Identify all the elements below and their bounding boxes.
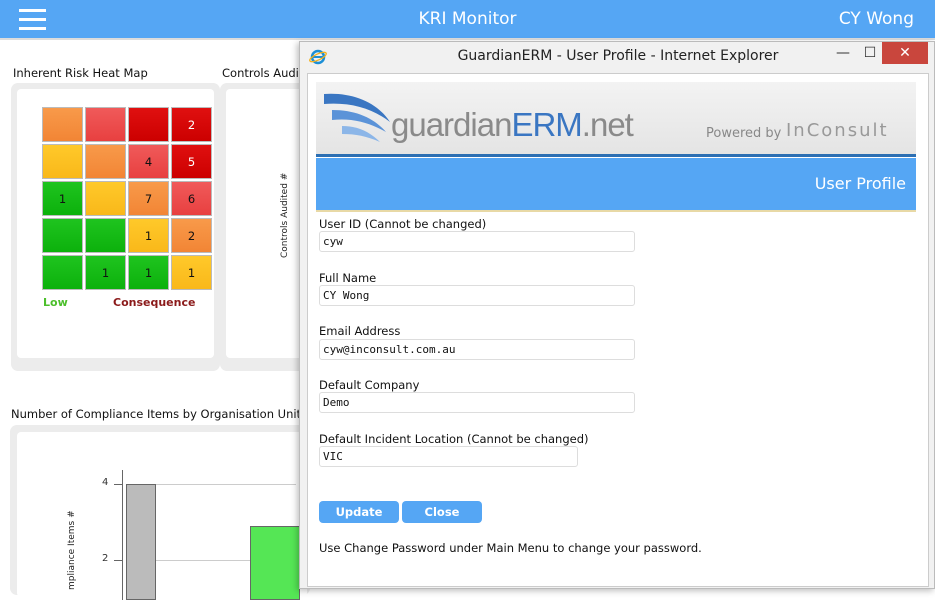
y-tick-label: 4 [102,477,109,488]
full-name-field[interactable]: CY Wong [319,285,635,306]
heatmap-cell[interactable] [85,218,126,253]
user-name[interactable]: CY Wong [839,9,914,29]
legend-consequence: Consequence [113,296,196,309]
y-axis [122,470,123,600]
window-content: guardianERM.net Powered by InConsult Use… [307,73,929,587]
guardianerm-banner: guardianERM.net Powered by InConsult [316,82,916,154]
user-id-label: User ID (Cannot be changed) [319,217,487,231]
email-field[interactable]: cyw@inconsult.com.au [319,339,635,360]
heatmap-cell[interactable]: 1 [42,181,83,216]
divider [0,38,935,40]
heatmap-cell[interactable] [128,107,169,142]
heatmap-cell[interactable]: 1 [171,255,212,290]
top-bar: KRI Monitor CY Wong [0,0,935,38]
heatmap-grid: 24517612111 [42,107,212,292]
incident-location-field[interactable]: VIC [319,446,578,467]
maximize-button[interactable]: ☐ [860,42,880,64]
controls-audit-card [220,83,310,371]
password-note: Use Change Password under Main Menu to c… [319,541,702,555]
y-tick-label: 2 [102,553,109,564]
heatmap-title: Inherent Risk Heat Map [13,66,148,80]
user-id-field[interactable]: cyw [319,231,635,252]
heatmap-cell[interactable]: 1 [128,255,169,290]
heatmap-cell[interactable] [42,255,83,290]
heatmap-cell[interactable]: 1 [85,255,126,290]
y-tick-mark [114,484,122,485]
y-tick-mark [114,560,122,561]
default-company-label: Default Company [319,378,420,392]
close-button[interactable]: Close [402,501,482,523]
heatmap-cell[interactable] [42,107,83,142]
close-window-button[interactable]: ✕ [882,42,928,64]
default-company-field[interactable]: Demo [319,392,635,413]
email-label: Email Address [319,324,401,338]
heatmap-cell[interactable]: 4 [128,144,169,179]
ie-window: GuardianERM - User Profile - Internet Ex… [299,41,935,589]
banner-divider [316,154,916,157]
heatmap-cell[interactable] [42,144,83,179]
inconsult-logo: InConsult [786,120,889,141]
incident-location-label: Default Incident Location (Cannot be cha… [319,432,589,446]
compliance-title: Number of Compliance Items by Organisati… [11,407,308,421]
legend-low: Low [43,296,68,309]
heatmap-cell[interactable] [85,181,126,216]
app-title: KRI Monitor [418,9,517,29]
controls-axis-label: Controls Audited # [280,172,290,258]
update-button[interactable]: Update [319,501,399,523]
heatmap-cell[interactable]: 1 [128,218,169,253]
section-divider [316,210,916,212]
full-name-label: Full Name [319,271,377,285]
heatmap-cell[interactable]: 2 [171,107,212,142]
heatmap-cell[interactable] [85,144,126,179]
section-title: User Profile [814,174,906,193]
controls-audit-title: Controls Audit [222,66,304,80]
swoosh-logo-icon [324,93,390,142]
minimize-button[interactable]: — [833,42,853,64]
section-header: User Profile [316,158,916,210]
heatmap-cell[interactable]: 2 [171,218,212,253]
heatmap-cell[interactable] [85,107,126,142]
powered-by-label: Powered by [706,126,782,141]
heatmap-cell[interactable] [42,218,83,253]
compliance-bar[interactable] [126,484,156,600]
heatmap-cell[interactable]: 5 [171,144,212,179]
guardianerm-logo: guardianERM.net [391,106,634,143]
heatmap-cell[interactable]: 7 [128,181,169,216]
compliance-axis-label: mpliance Items # [67,510,77,590]
heatmap-cell[interactable]: 6 [171,181,212,216]
